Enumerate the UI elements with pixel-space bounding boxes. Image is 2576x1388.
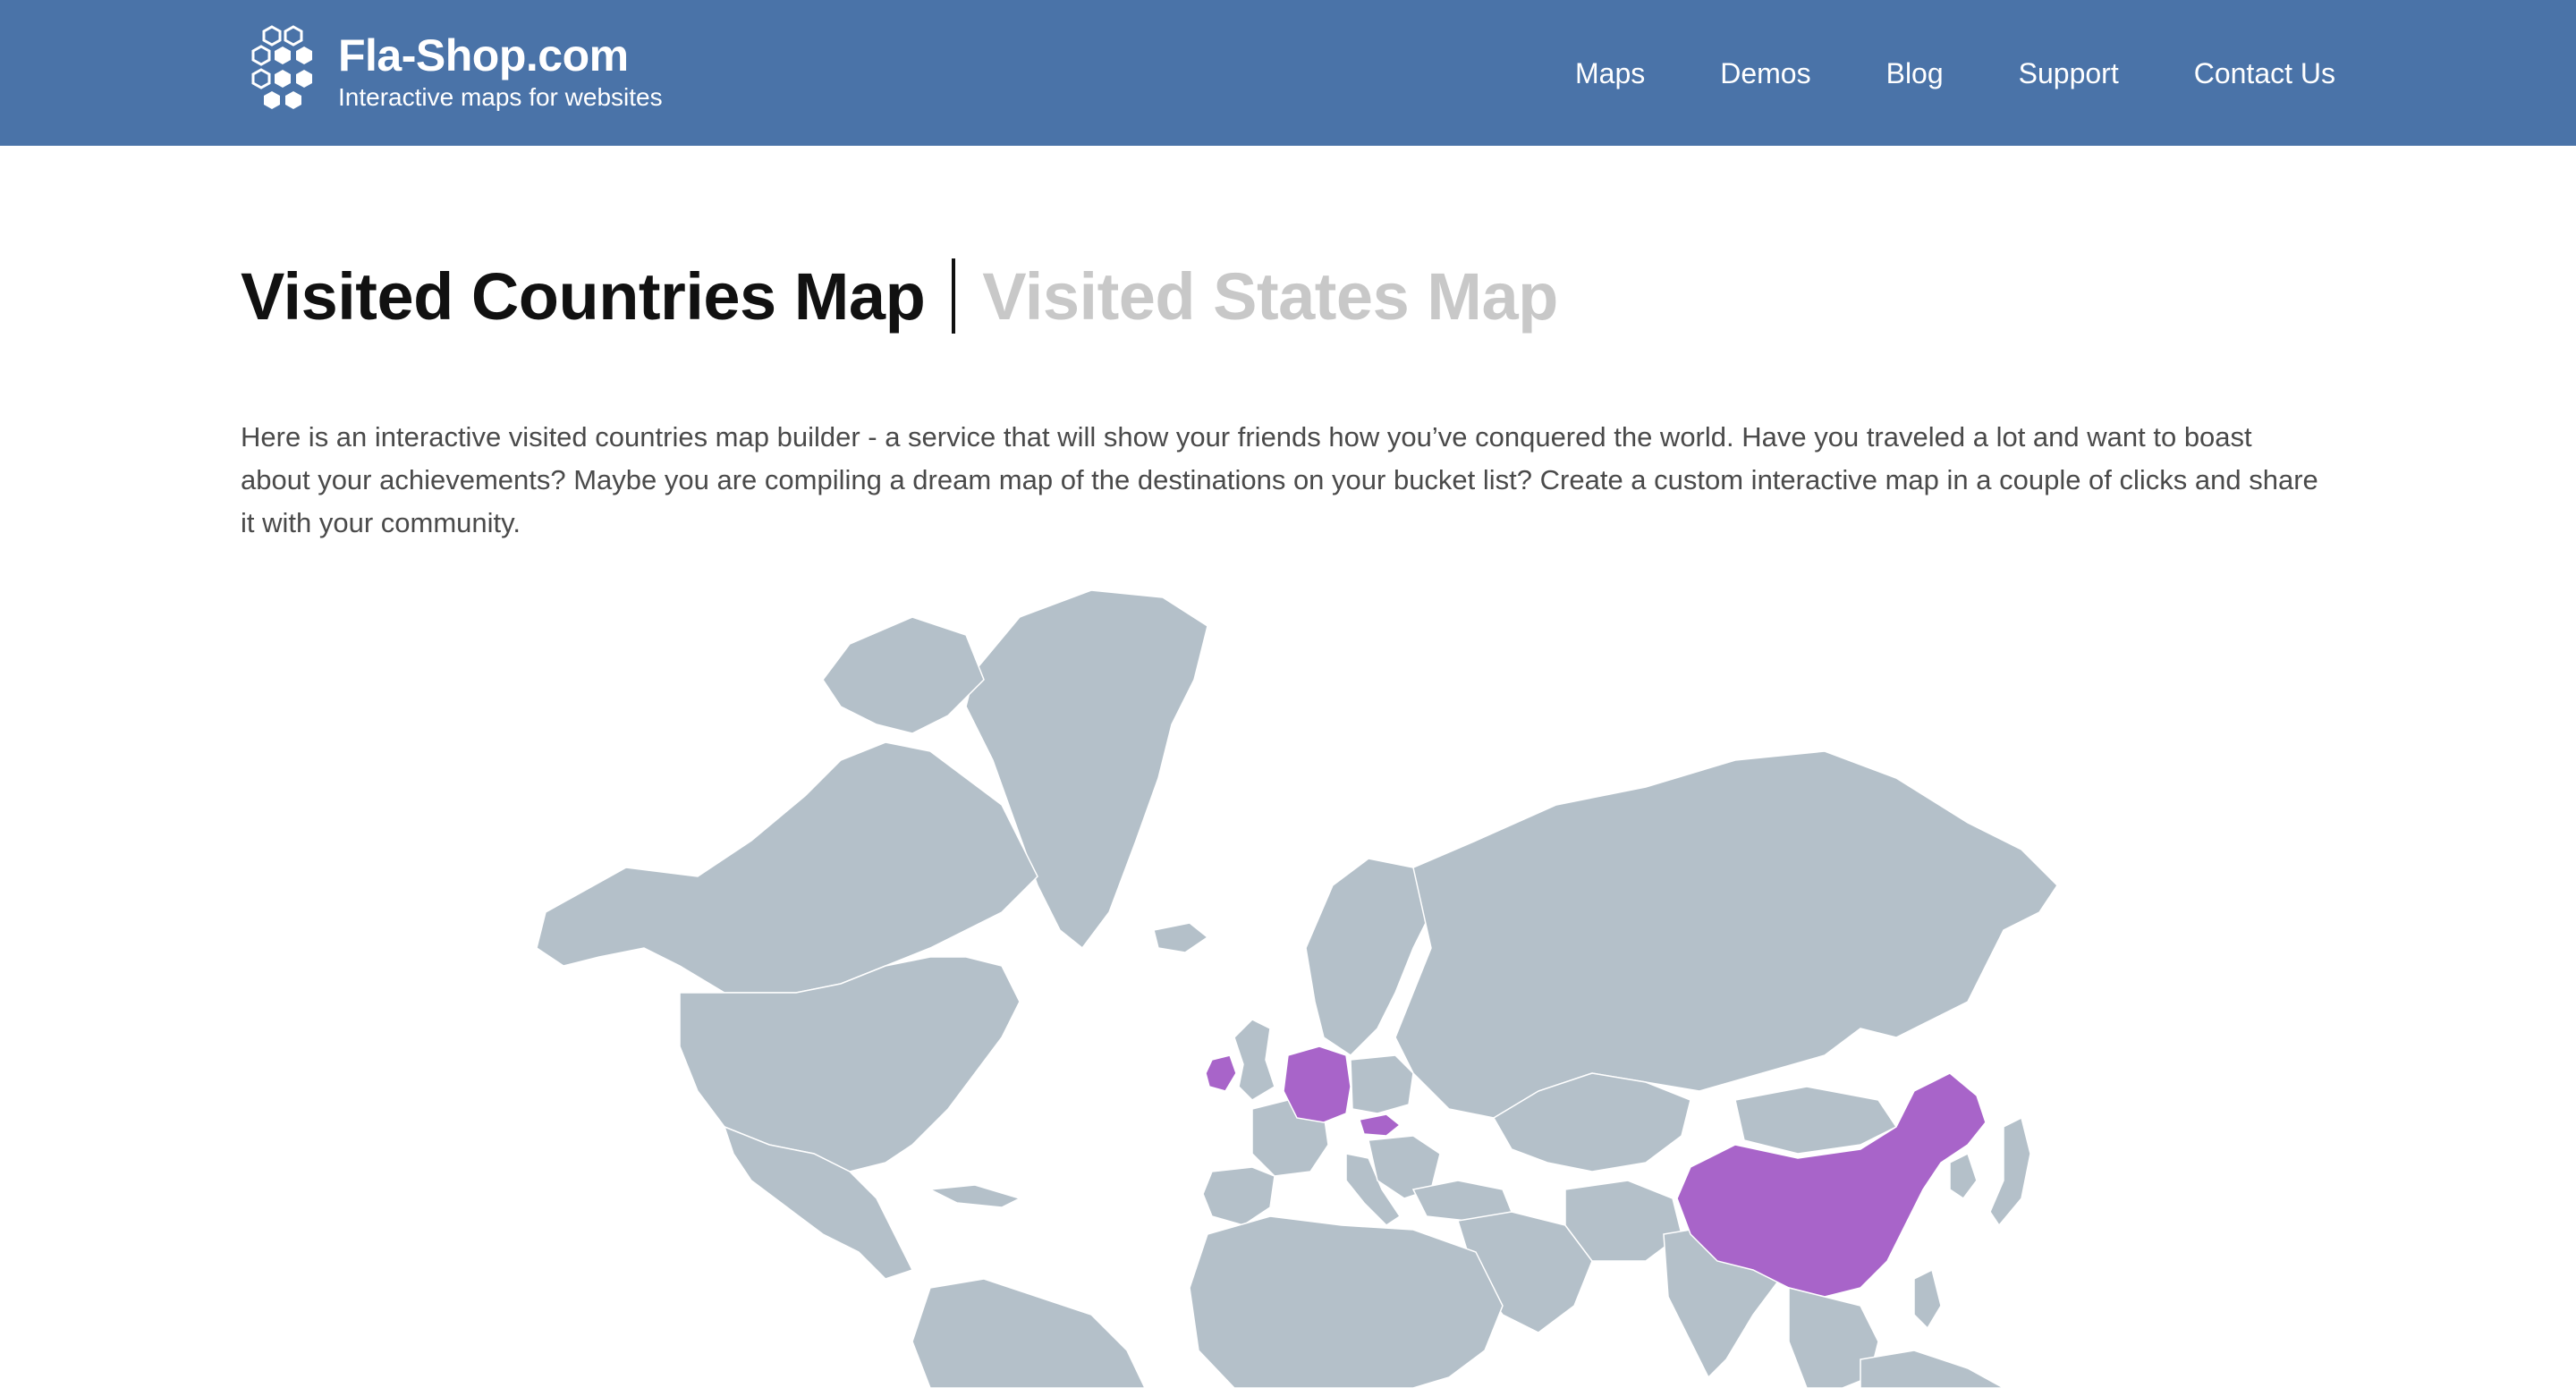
country-korea[interactable]: [1949, 1152, 1978, 1200]
country-poland[interactable]: [1350, 1054, 1414, 1114]
country-indonesia[interactable]: [1860, 1350, 2004, 1388]
country-iceland[interactable]: [1153, 922, 1209, 953]
tab-visited-countries[interactable]: Visited Countries Map: [241, 258, 926, 334]
brand-subtitle: Interactive maps for websites: [338, 83, 663, 111]
country-russia[interactable]: [1394, 750, 2058, 1119]
world-map[interactable]: [465, 572, 2165, 1388]
country-north-africa[interactable]: [1189, 1215, 1504, 1388]
hexagon-logo-icon: [251, 25, 312, 109]
brand-title: Fla-Shop.com: [338, 30, 629, 80]
country-hungary[interactable]: [1359, 1113, 1402, 1137]
country-germany[interactable]: [1283, 1045, 1352, 1123]
country-cuba[interactable]: [928, 1184, 1022, 1208]
country-canada-islands[interactable]: [822, 616, 985, 734]
country-philippines[interactable]: [1913, 1268, 1942, 1330]
page-title: Visited Countries Map Visited States Map: [241, 250, 1558, 342]
brand[interactable]: Fla-Shop.com Interactive maps for websit…: [240, 23, 663, 120]
country-uk[interactable]: [1233, 1019, 1275, 1101]
nav-contact-us[interactable]: Contact Us: [2194, 55, 2335, 91]
intro-paragraph: Here is an interactive visited countries…: [241, 421, 2318, 538]
country-japan[interactable]: [1989, 1116, 2031, 1227]
nav-maps[interactable]: Maps: [1575, 55, 1645, 91]
tab-visited-states[interactable]: Visited States Map: [982, 258, 1558, 334]
nav-blog[interactable]: Blog: [1886, 55, 1944, 91]
country-spain[interactable]: [1202, 1166, 1275, 1226]
site-header: Fla-Shop.com Interactive maps for websit…: [0, 0, 2576, 146]
nav-demos[interactable]: Demos: [1720, 55, 1810, 91]
title-divider: [952, 258, 956, 334]
country-ireland[interactable]: [1205, 1054, 1237, 1092]
world-map-svg[interactable]: [465, 572, 2165, 1388]
main-nav: Maps Demos Blog Support Contact Us: [1575, 0, 2335, 146]
country-canada[interactable]: [536, 741, 1038, 994]
nav-support[interactable]: Support: [2019, 55, 2119, 91]
country-brazil[interactable]: [911, 1278, 1146, 1388]
